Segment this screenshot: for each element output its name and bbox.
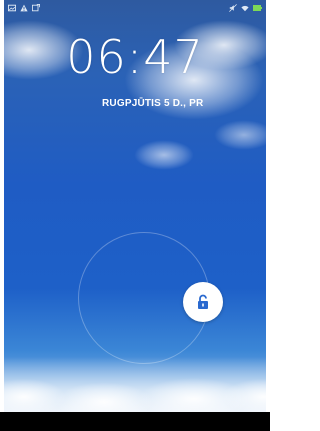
cloud: [214, 120, 266, 150]
warning-icon: [20, 4, 28, 12]
right-bezel: [266, 0, 270, 412]
screenshot-icon: [32, 4, 40, 12]
battery-icon: [253, 5, 262, 11]
clock-date: RUGPJŪTIS 5 D., PR: [102, 98, 204, 109]
unlock-button[interactable]: [183, 282, 223, 322]
wallpaper: 06:47 RUGPJŪTIS 5 D., PR: [4, 0, 266, 412]
status-left-icons: [8, 4, 40, 12]
bottom-clouds: [4, 357, 266, 412]
wifi-icon: [241, 5, 249, 12]
unlock-icon: [198, 294, 208, 309]
lock-screen: 06:47 RUGPJŪTIS 5 D., PR: [0, 0, 270, 431]
status-right-icons: [229, 4, 262, 12]
mute-icon: [229, 4, 237, 12]
clock-time: 06:47: [66, 30, 204, 84]
image-notification-icon: [8, 4, 16, 12]
cloud: [134, 140, 194, 170]
status-bar: [4, 0, 266, 16]
navigation-bar: [0, 412, 270, 431]
